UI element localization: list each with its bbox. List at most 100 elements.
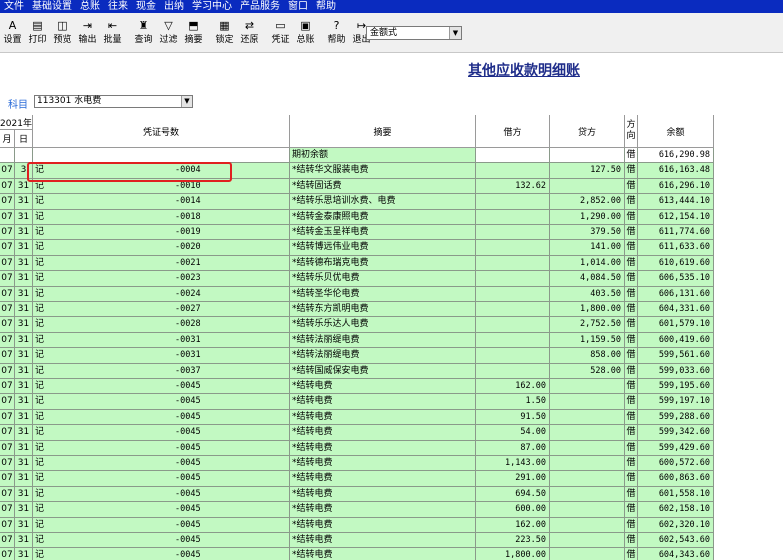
cell-credit[interactable]: 379.50: [550, 225, 625, 241]
cell-debit[interactable]: [476, 209, 550, 225]
cell-credit[interactable]: 4,084.50: [550, 271, 625, 287]
menu-item[interactable]: 出纳: [160, 0, 188, 13]
cell-direction[interactable]: 借: [625, 163, 638, 179]
cell-direction[interactable]: 借: [625, 502, 638, 518]
cell-direction[interactable]: 借: [625, 240, 638, 256]
menu-item[interactable]: 基础设置: [28, 0, 76, 13]
cell-summary[interactable]: *结转电费: [290, 533, 476, 549]
cell-credit[interactable]: 403.50: [550, 286, 625, 302]
cell-summary[interactable]: *结转电费: [290, 456, 476, 472]
cell-summary[interactable]: *结转电费: [290, 502, 476, 518]
cell-direction[interactable]: 借: [625, 440, 638, 456]
toolbar-button-settings[interactable]: A 设置: [0, 19, 25, 49]
table-row[interactable]: 07 31 记 -0027 *结转东方凯明电费 1,800.00 借 604,331.60: [0, 302, 714, 318]
cell-day[interactable]: 31: [15, 517, 33, 533]
cell-credit[interactable]: [550, 425, 625, 441]
table-row[interactable]: 07 31 记 -0045 *结转电费 54.00 借 599,342.60: [0, 425, 714, 441]
cell-credit[interactable]: 2,852.00: [550, 194, 625, 210]
cell-credit[interactable]: 127.50: [550, 163, 625, 179]
table-row[interactable]: 07 31 记 -0045 *结转电费 694.50 借 601,558.10: [0, 486, 714, 503]
cell-summary[interactable]: *结转电费: [290, 425, 476, 441]
table-row[interactable]: 07 31 记 -0019 *结转金玉呈祥电费 379.50 借 611,774.60: [0, 225, 714, 241]
cell-month[interactable]: 07: [0, 517, 15, 533]
cell-month[interactable]: 07: [0, 178, 15, 195]
cell-credit[interactable]: [550, 440, 625, 456]
cell-month[interactable]: 07: [0, 471, 15, 487]
cell-debit[interactable]: 132.62: [476, 178, 550, 195]
table-row[interactable]: 07 31 记 -0045 *结转电费 162.00 借 599,195.60: [0, 379, 714, 395]
cell-balance[interactable]: 613,444.10: [638, 194, 714, 210]
cell-month[interactable]: 07: [0, 486, 15, 503]
cell-month[interactable]: 07: [0, 302, 15, 318]
cell-direction[interactable]: 借: [625, 225, 638, 241]
toolbar-button-preview[interactable]: ◫ 预览: [50, 19, 75, 49]
cell-balance[interactable]: 601,558.10: [638, 486, 714, 503]
cell-debit[interactable]: [476, 332, 550, 349]
cell-day[interactable]: 31: [15, 425, 33, 441]
cell-debit[interactable]: [476, 317, 550, 333]
cell-direction[interactable]: 借: [625, 178, 638, 195]
cell-credit[interactable]: [550, 471, 625, 487]
cell-voucher[interactable]: 记 -0018: [33, 209, 290, 225]
cell-debit[interactable]: [476, 163, 550, 179]
cell-balance[interactable]: 602,320.10: [638, 517, 714, 533]
cell-voucher[interactable]: 记 -0045: [33, 379, 290, 395]
cell-direction[interactable]: 借: [625, 517, 638, 533]
cell-month[interactable]: 07: [0, 225, 15, 241]
table-row[interactable]: 07 31 记 -0024 *结转圣华伦电费 403.50 借 606,131.60: [0, 286, 714, 302]
toolbar-button-ledger[interactable]: ▣ 总账: [293, 19, 318, 49]
cell-month[interactable]: 07: [0, 409, 15, 426]
cell-balance[interactable]: 599,429.60: [638, 440, 714, 456]
cell-day[interactable]: 31: [15, 225, 33, 241]
cell-debit[interactable]: 694.50: [476, 486, 550, 503]
cell-month[interactable]: 07: [0, 194, 15, 210]
cell-debit[interactable]: 162.00: [476, 379, 550, 395]
cell-day[interactable]: 31: [15, 456, 33, 472]
cell-month[interactable]: 07: [0, 379, 15, 395]
cell-direction[interactable]: 借: [625, 286, 638, 302]
cell-credit[interactable]: [550, 548, 625, 560]
cell-month[interactable]: 07: [0, 317, 15, 333]
table-row[interactable]: 07 31 记 -0018 *结转金泰康照电费 1,290.00 借 612,154.10: [0, 209, 714, 225]
cell-summary[interactable]: *结转圣华伦电费: [290, 286, 476, 302]
cell-day[interactable]: 31: [15, 302, 33, 318]
cell-balance[interactable]: 601,579.10: [638, 317, 714, 333]
table-row[interactable]: 07 31 记 -0014 *结转乐思培训水费、电费 2,852.00 借 613,444.1…: [0, 194, 714, 210]
menu-item[interactable]: 文件: [0, 0, 28, 13]
cell-voucher[interactable]: 记 -0045: [33, 425, 290, 441]
cell-day[interactable]: 31: [15, 240, 33, 256]
cell-voucher[interactable]: 记 -0031: [33, 332, 290, 349]
cell-balance[interactable]: 602,158.10: [638, 502, 714, 518]
cell-voucher[interactable]: 记 -0021: [33, 255, 290, 272]
cell-direction[interactable]: 借: [625, 394, 638, 410]
cell-day[interactable]: 31: [15, 317, 33, 333]
cell-voucher[interactable]: 记 -0045: [33, 517, 290, 533]
cell-voucher[interactable]: 记 -0027: [33, 302, 290, 318]
cell-balance[interactable]: 606,131.60: [638, 286, 714, 302]
table-row[interactable]: 07 31 记 -0021 *结转德布瑞克电费 1,014.00 借 610,619.60: [0, 255, 714, 272]
cell-summary[interactable]: *结转电费: [290, 379, 476, 395]
table-row[interactable]: 07 31 记 -0045 *结转电费 1,800.00 借 604,343.60: [0, 548, 714, 560]
toolbar-button-export[interactable]: ⇥ 输出: [75, 19, 100, 49]
cell-summary[interactable]: *结转乐乐达人电费: [290, 317, 476, 333]
cell-day[interactable]: 31: [15, 440, 33, 456]
cell-debit[interactable]: [476, 148, 550, 164]
cell-month[interactable]: 07: [0, 286, 15, 302]
cell-direction[interactable]: 借: [625, 271, 638, 287]
cell-balance[interactable]: 599,033.60: [638, 363, 714, 379]
menu-item[interactable]: 窗口: [284, 0, 312, 13]
cell-debit[interactable]: [476, 225, 550, 241]
cell-summary[interactable]: *结转乐贝优电费: [290, 271, 476, 287]
cell-balance[interactable]: 604,343.60: [638, 548, 714, 560]
cell-summary[interactable]: *结转德布瑞克电费: [290, 255, 476, 272]
cell-day[interactable]: 31: [15, 286, 33, 302]
cell-balance[interactable]: 600,863.60: [638, 471, 714, 487]
cell-balance[interactable]: 606,535.10: [638, 271, 714, 287]
menu-item[interactable]: 总账: [76, 0, 104, 13]
toolbar-button-print[interactable]: ▤ 打印: [25, 19, 50, 49]
menu-item[interactable]: 学习中心: [188, 0, 236, 13]
cell-credit[interactable]: 141.00: [550, 240, 625, 256]
cell-debit[interactable]: [476, 363, 550, 379]
cell-day[interactable]: 31: [15, 379, 33, 395]
cell-credit[interactable]: [550, 486, 625, 503]
